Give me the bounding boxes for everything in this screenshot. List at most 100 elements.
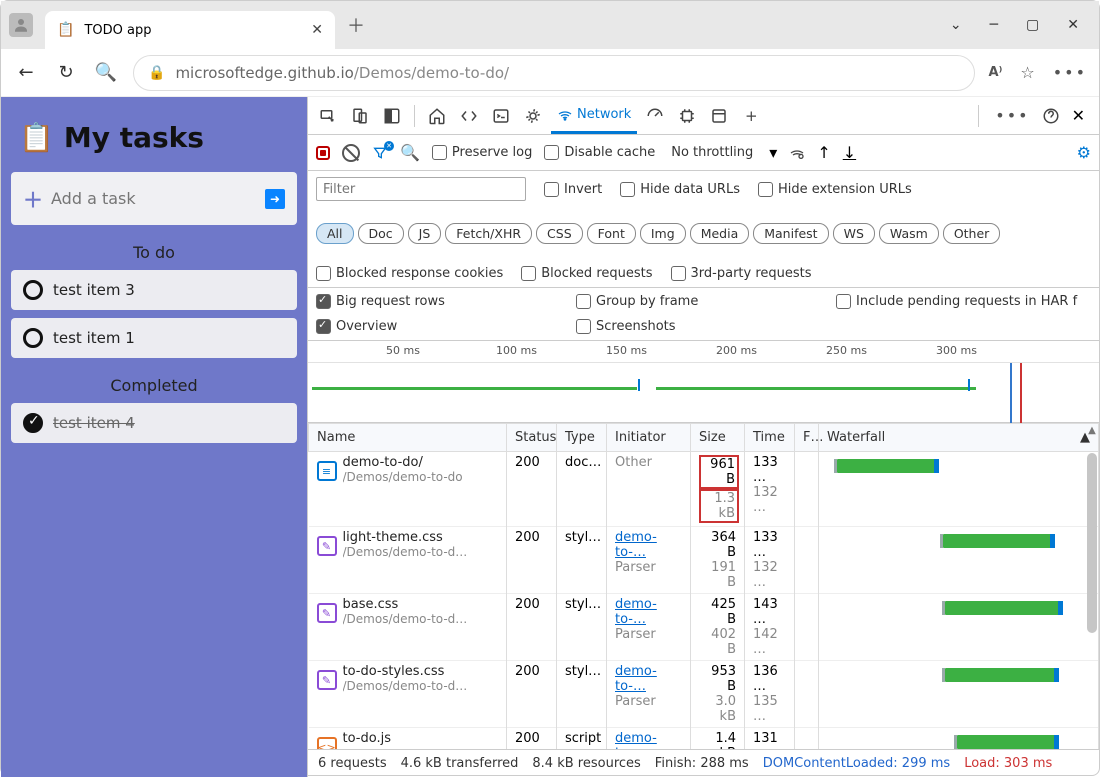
more-tabs-icon[interactable]: +	[737, 102, 765, 130]
col-time[interactable]: Time	[745, 424, 795, 452]
profile-avatar[interactable]	[9, 13, 33, 37]
more-tools-icon[interactable]: •••	[995, 106, 1029, 125]
settings-icon[interactable]: ⚙	[1077, 143, 1091, 162]
minimize-button[interactable]: ─	[990, 17, 998, 33]
checkbox-checked-icon[interactable]	[23, 413, 43, 433]
table-header-row: Name Status Type Initiator Size Time F… …	[309, 424, 1099, 452]
scroll-up-icon[interactable]: ▲	[1087, 425, 1097, 439]
chevron-down-icon[interactable]: ⌄	[950, 17, 962, 33]
task-item-completed[interactable]: test item 4	[11, 403, 297, 443]
performance-tab-icon[interactable]	[641, 102, 669, 130]
status-transferred: 4.6 kB transferred	[401, 756, 519, 771]
pill-css[interactable]: CSS	[536, 223, 583, 244]
pill-media[interactable]: Media	[690, 223, 750, 244]
pill-doc[interactable]: Doc	[358, 223, 404, 244]
throttling-select[interactable]: No throttling	[667, 141, 757, 164]
col-status[interactable]: Status	[507, 424, 557, 452]
submit-arrow-icon[interactable]: ➜	[265, 189, 285, 209]
status-load: Load: 303 ms	[964, 756, 1052, 771]
browser-tab[interactable]: 📋 TODO app ✕	[45, 11, 335, 49]
network-conditions-icon[interactable]	[789, 145, 805, 161]
third-party-checkbox[interactable]: 3rd-party requests	[671, 266, 812, 281]
add-task-field[interactable]: ＋ ➜	[11, 172, 297, 225]
status-resources: 8.4 kB resources	[532, 756, 640, 771]
maximize-button[interactable]: ▢	[1026, 17, 1039, 33]
network-tab[interactable]: Network	[551, 98, 637, 134]
elements-tab-icon[interactable]	[455, 102, 483, 130]
pill-font[interactable]: Font	[587, 223, 636, 244]
refresh-button[interactable]: ↻	[53, 60, 79, 86]
preserve-log-checkbox[interactable]: Preserve log	[432, 145, 532, 160]
pill-manifest[interactable]: Manifest	[753, 223, 828, 244]
pill-fetch[interactable]: Fetch/XHR	[445, 223, 532, 244]
filter-toggle-icon[interactable]: ✕	[372, 145, 388, 161]
record-button[interactable]	[316, 146, 330, 160]
inspect-icon[interactable]	[314, 102, 342, 130]
task-label: test item 3	[53, 281, 135, 299]
request-row[interactable]: ✎light-theme.css/Demos/demo-to-d… 200 st…	[309, 527, 1099, 594]
memory-tab-icon[interactable]	[673, 102, 701, 130]
overview-checkbox[interactable]: Overview	[316, 319, 576, 334]
welcome-tab-icon[interactable]	[423, 102, 451, 130]
close-tab-icon[interactable]: ✕	[311, 22, 323, 38]
display-options: Big request rows Group by frame Include …	[308, 288, 1099, 341]
search-button[interactable]: 🔍	[93, 60, 119, 86]
hide-extension-urls-checkbox[interactable]: Hide extension URLs	[758, 182, 912, 197]
checkbox-icon[interactable]	[23, 328, 43, 348]
favorite-icon[interactable]: ☆	[1020, 63, 1034, 82]
import-icon[interactable]: ↑	[817, 143, 830, 162]
col-name[interactable]: Name	[309, 424, 507, 452]
request-row[interactable]: ≡demo-to-do//Demos/demo-to-do 200 doc… O…	[309, 452, 1099, 527]
devtools-tabstrip: Network + ••• ✕	[308, 97, 1099, 135]
add-task-input[interactable]	[51, 189, 257, 208]
more-menu-button[interactable]: •••	[1053, 63, 1087, 82]
pill-wasm[interactable]: Wasm	[879, 223, 939, 244]
task-label: test item 1	[53, 329, 135, 347]
include-har-checkbox[interactable]: Include pending requests in HAR f	[836, 294, 1091, 309]
col-waterfall[interactable]: Waterfall ▲	[819, 424, 1099, 452]
clear-button[interactable]	[342, 144, 360, 162]
filter-input[interactable]	[316, 177, 526, 201]
help-icon[interactable]	[1042, 107, 1060, 125]
console-tab-icon[interactable]	[487, 102, 515, 130]
throttling-caret-icon[interactable]: ▾	[769, 143, 777, 162]
pill-ws[interactable]: WS	[833, 223, 875, 244]
read-aloud-icon[interactable]: A⁾	[989, 65, 1003, 80]
page-title: My tasks	[64, 121, 204, 154]
sources-tab-icon[interactable]	[519, 102, 547, 130]
big-rows-checkbox[interactable]: Big request rows	[316, 294, 576, 309]
export-icon[interactable]: ↓	[843, 143, 856, 162]
task-item[interactable]: test item 1	[11, 318, 297, 358]
blocked-requests-checkbox[interactable]: Blocked requests	[521, 266, 652, 281]
pill-all[interactable]: All	[316, 223, 354, 244]
pill-img[interactable]: Img	[640, 223, 686, 244]
request-row[interactable]: ✎to-do-styles.css/Demos/demo-to-d… 200 s…	[309, 661, 1099, 728]
disable-cache-checkbox[interactable]: Disable cache	[544, 145, 655, 160]
pill-js[interactable]: JS	[408, 223, 442, 244]
checkbox-icon[interactable]	[23, 280, 43, 300]
pill-other[interactable]: Other	[943, 223, 1001, 244]
col-size[interactable]: Size	[691, 424, 745, 452]
timeline-overview[interactable]: 50 ms 100 ms 150 ms 200 ms 250 ms 300 ms	[308, 341, 1099, 423]
request-row[interactable]: <>to-do.js 200 script demo-to-… 1.4 kB 1…	[309, 728, 1099, 750]
blocked-cookies-checkbox[interactable]: Blocked response cookies	[316, 266, 503, 281]
screenshots-checkbox[interactable]: Screenshots	[576, 319, 836, 334]
task-item[interactable]: test item 3	[11, 270, 297, 310]
col-initiator[interactable]: Initiator	[607, 424, 691, 452]
hide-data-urls-checkbox[interactable]: Hide data URLs	[620, 182, 740, 197]
col-f[interactable]: F…	[795, 424, 819, 452]
invert-checkbox[interactable]: Invert	[544, 182, 602, 197]
dock-icon[interactable]	[378, 102, 406, 130]
new-tab-button[interactable]: ＋	[347, 12, 365, 38]
group-frame-checkbox[interactable]: Group by frame	[576, 294, 836, 309]
search-icon[interactable]: 🔍	[400, 143, 420, 162]
col-type[interactable]: Type	[557, 424, 607, 452]
back-button[interactable]: ←	[13, 60, 39, 86]
close-devtools-icon[interactable]: ✕	[1072, 106, 1085, 125]
scrollbar[interactable]	[1087, 453, 1097, 633]
close-window-button[interactable]: ✕	[1067, 17, 1079, 33]
request-row[interactable]: ✎base.css/Demos/demo-to-d… 200 styl… dem…	[309, 594, 1099, 661]
device-icon[interactable]	[346, 102, 374, 130]
application-tab-icon[interactable]	[705, 102, 733, 130]
address-bar[interactable]: 🔒 microsoftedge.github.io/Demos/demo-to-…	[133, 55, 975, 91]
